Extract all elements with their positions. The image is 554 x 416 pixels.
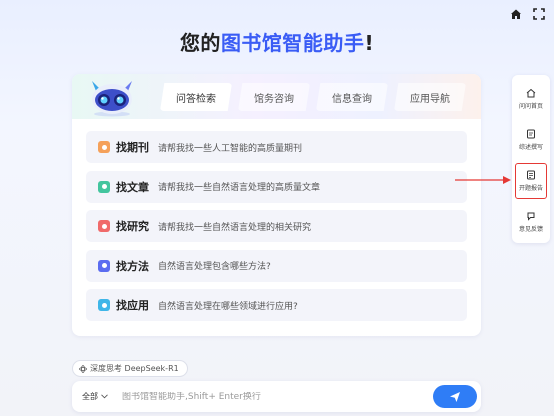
send-button[interactable] — [433, 385, 477, 408]
document-edit-icon — [527, 129, 535, 139]
deep-think-toggle[interactable]: 深度思考 DeepSeek-R1 — [72, 360, 188, 377]
suggestion-find-applications[interactable]: 找应用 自然语言处理在哪些领域进行应用? — [86, 289, 467, 321]
suggestion-list: 找期刊 请帮我找一些人工智能的高质量期刊 找文章 请帮我找一些自然语言处理的高质… — [86, 131, 467, 329]
suggestion-find-journals[interactable]: 找期刊 请帮我找一些人工智能的高质量期刊 — [86, 131, 467, 163]
title-highlight: 图书馆智能助手 — [220, 31, 365, 55]
chevron-down-icon — [101, 394, 108, 399]
home-icon — [510, 9, 521, 19]
send-icon — [450, 391, 460, 402]
method-icon — [98, 259, 110, 272]
category-tabs: 问答检索 馆务咨询 信息查询 应用导航 — [160, 83, 466, 111]
suggestion-find-methods[interactable]: 找方法 自然语言处理包含哪些方法? — [86, 249, 467, 282]
suggestion-title: 找研究 — [116, 220, 149, 233]
sidebar-item-review[interactable]: 综述撰写 — [515, 122, 547, 158]
title-prefix: 您的 — [179, 31, 221, 55]
suggestion-desc: 自然语言处理在哪些领域进行应用? — [158, 301, 298, 312]
sidebar-label: 开题报告 — [518, 185, 543, 192]
application-icon — [98, 299, 110, 311]
card-header: 问答检索 馆务咨询 信息查询 应用导航 — [72, 74, 481, 119]
chat-input-bar: 全部 — [72, 381, 481, 412]
feedback-icon — [527, 212, 535, 221]
suggestion-find-research[interactable]: 找研究 请帮我找一些自然语言处理的相关研究 — [86, 210, 467, 242]
page-title: 您的图书馆智能助手! — [0, 27, 554, 56]
sidebar-item-home[interactable]: 问问首页 — [515, 81, 547, 117]
suggestion-desc: 请帮我找一些自然语言处理的相关研究 — [158, 222, 312, 233]
expand-icon — [532, 7, 545, 20]
atom-icon — [79, 364, 87, 373]
suggestion-desc: 请帮我找一些人工智能的高质量期刊 — [158, 143, 303, 154]
sidebar-label: 问问首页 — [518, 103, 543, 110]
report-icon — [527, 170, 535, 180]
suggestion-title: 找应用 — [116, 299, 149, 312]
robot-mascot-icon — [92, 81, 132, 117]
article-icon — [98, 180, 110, 193]
sidebar-label: 综述撰写 — [518, 144, 543, 151]
tab-library-consult[interactable]: 馆务咨询 — [238, 83, 310, 111]
research-icon — [98, 220, 110, 232]
expand-button[interactable] — [530, 5, 547, 22]
deep-think-label: 深度思考 DeepSeek-R1 — [90, 364, 179, 373]
home-icon — [526, 88, 536, 98]
window-controls — [507, 5, 547, 22]
right-sidebar: 问问首页 综述撰写 开题报告 意见反馈 — [512, 75, 550, 243]
sidebar-item-proposal[interactable]: 开题报告 — [515, 163, 547, 199]
suggestion-title: 找期刊 — [116, 141, 149, 154]
sidebar-item-feedback[interactable]: 意见反馈 — [515, 204, 547, 240]
annotation-arrow-icon — [455, 176, 511, 184]
assistant-card: 问答检索 馆务咨询 信息查询 应用导航 找期刊 请帮我找一些人工智能的高质量期刊… — [72, 74, 481, 336]
tab-app-nav[interactable]: 应用导航 — [394, 83, 466, 111]
suggestion-desc: 自然语言处理包含哪些方法? — [158, 262, 271, 272]
tab-info-query[interactable]: 信息查询 — [316, 83, 388, 111]
title-suffix: ! — [364, 31, 375, 55]
sidebar-label: 意见反馈 — [518, 226, 543, 233]
tab-qa-search[interactable]: 问答检索 — [160, 83, 232, 111]
suggestion-title: 找方法 — [116, 259, 149, 273]
scope-value: 全部 — [82, 392, 98, 401]
home-button[interactable] — [507, 5, 524, 22]
journal-icon — [98, 141, 110, 153]
chat-input[interactable] — [122, 391, 402, 402]
suggestion-title: 找文章 — [116, 180, 149, 194]
suggestion-desc: 请帮我找一些自然语言处理的高质量文章 — [158, 183, 321, 193]
suggestion-find-articles[interactable]: 找文章 请帮我找一些自然语言处理的高质量文章 — [86, 170, 467, 203]
scope-select[interactable]: 全部 — [82, 391, 108, 402]
